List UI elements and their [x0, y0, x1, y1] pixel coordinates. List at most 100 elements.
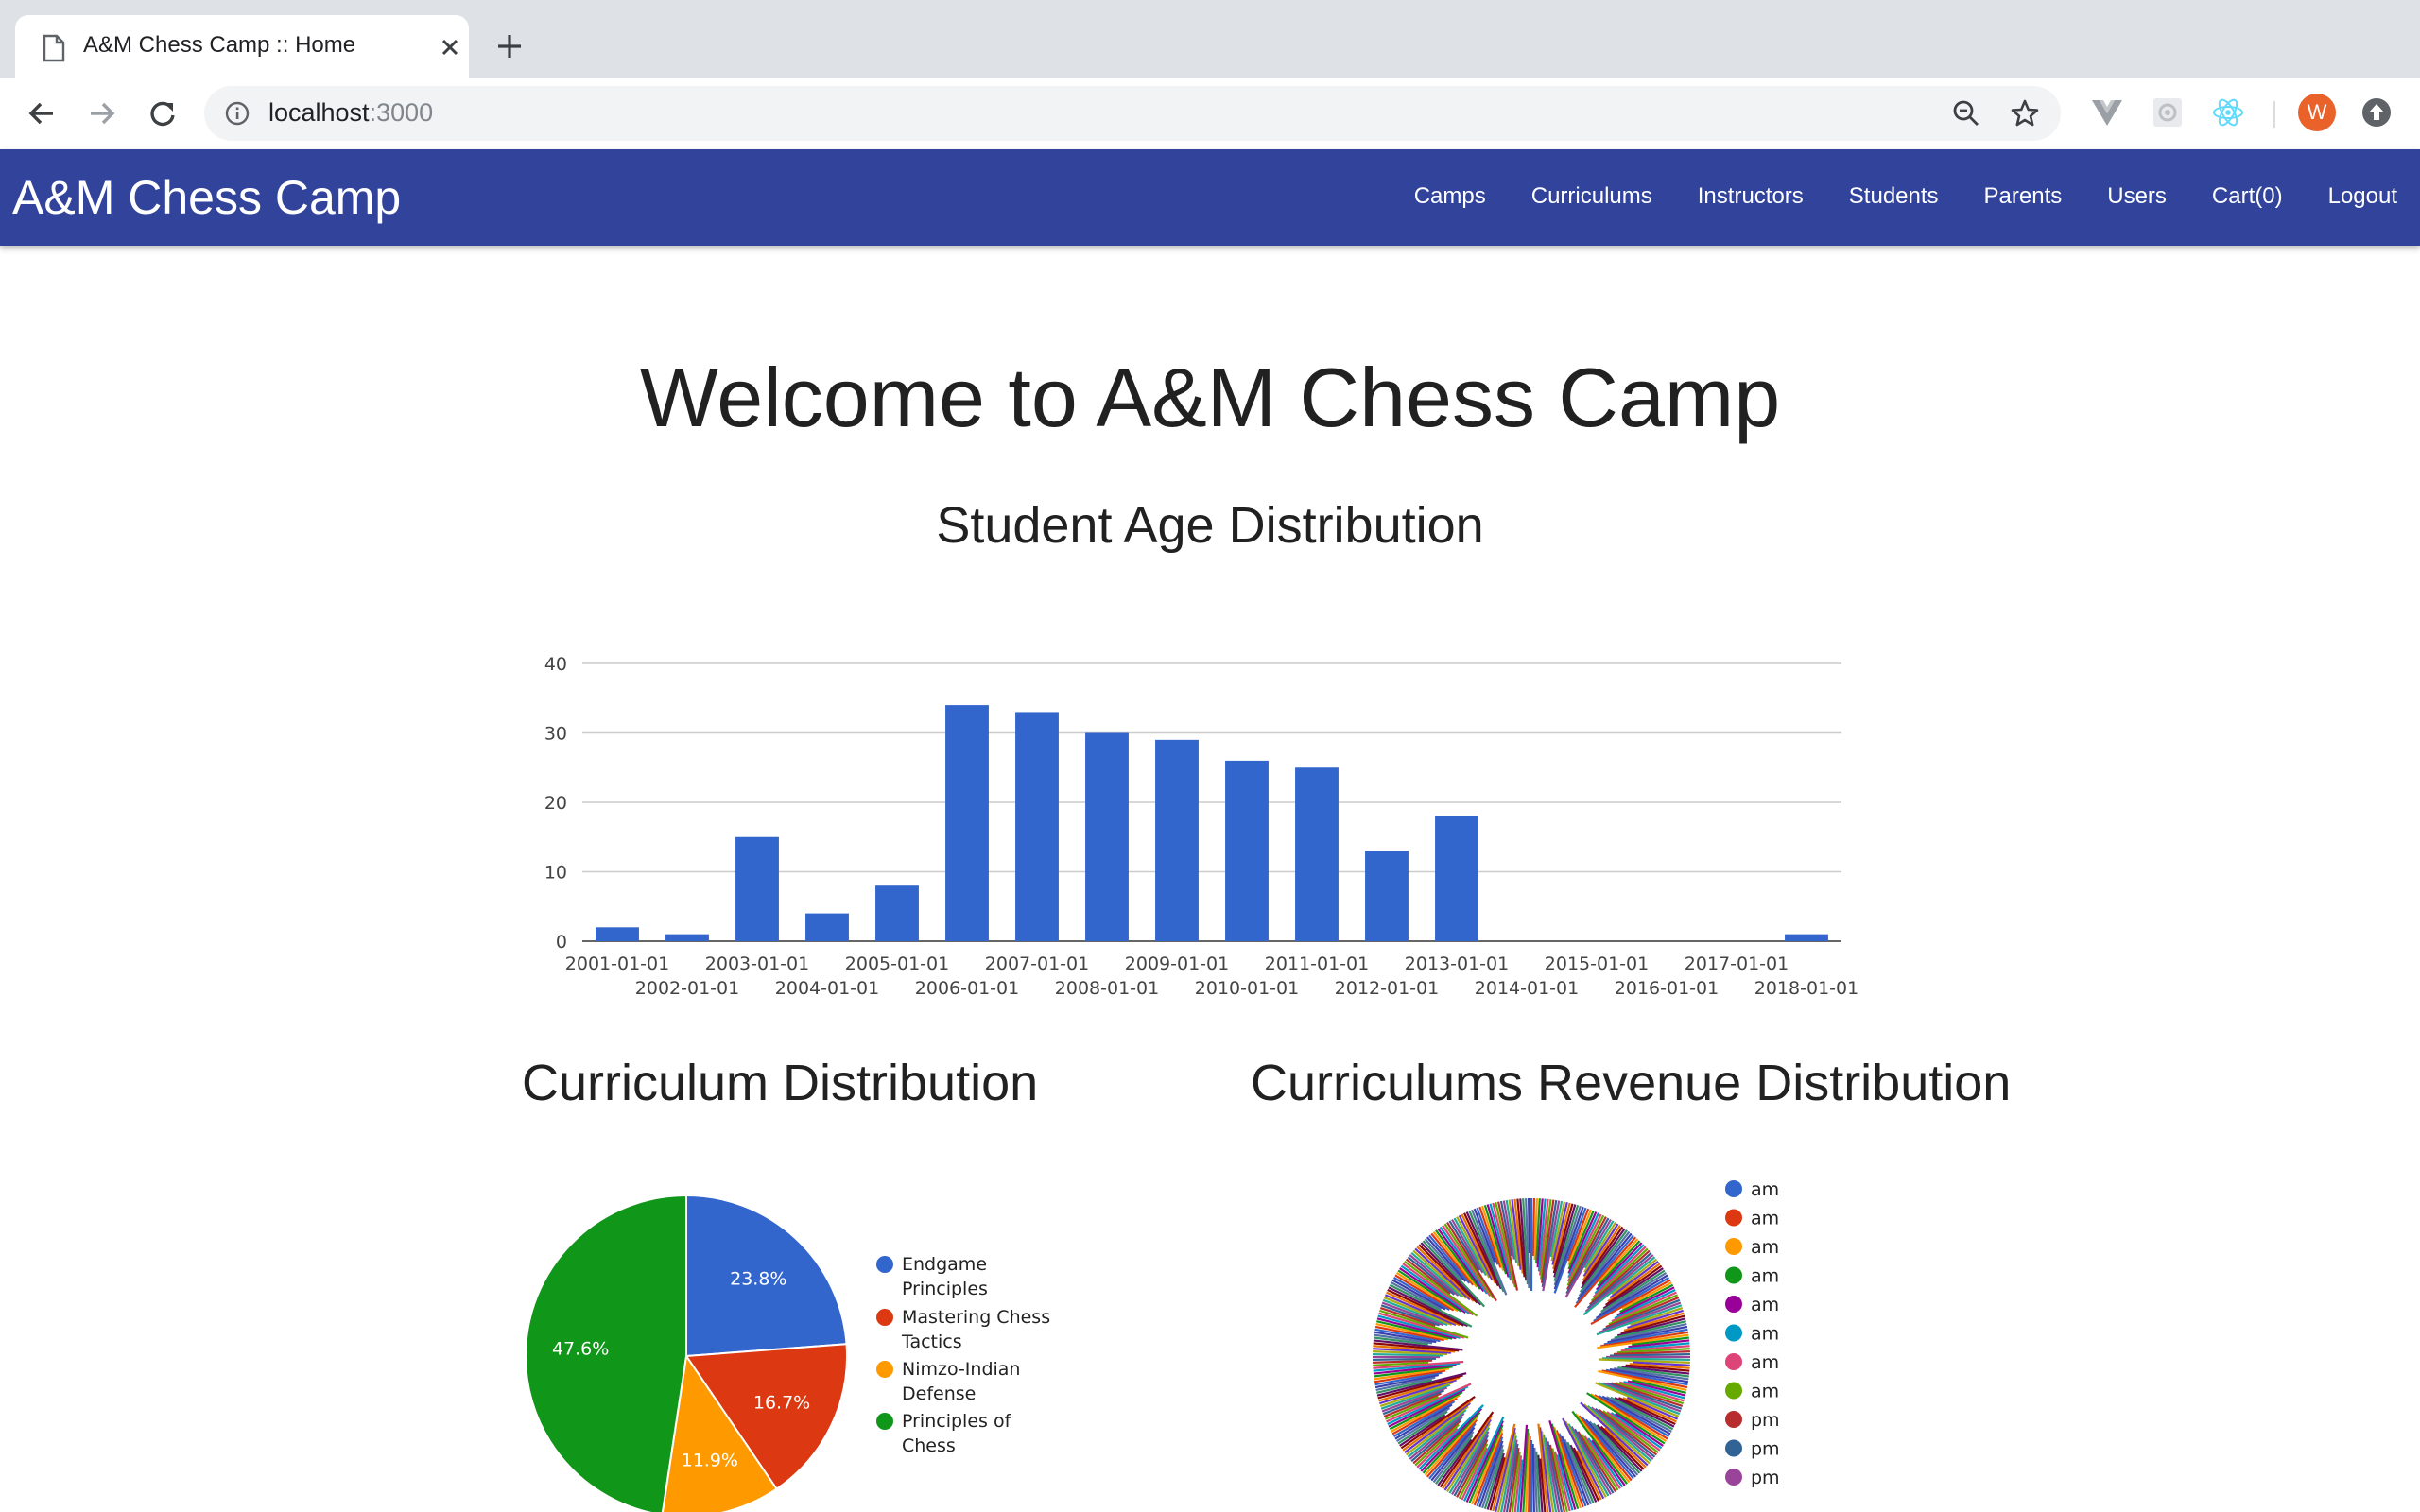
- react-devtools-icon[interactable]: [2211, 95, 2245, 129]
- legend-swatch: [1725, 1324, 1742, 1342]
- revenue-slice: [1527, 1198, 1531, 1254]
- nav-users[interactable]: Users: [2107, 183, 2167, 210]
- legend-swatch: [1725, 1266, 1742, 1284]
- x-tick-label: 2012-01-01: [1335, 978, 1439, 999]
- legend-swatch: [876, 1361, 893, 1378]
- nav-parents[interactable]: Parents: [1984, 183, 2063, 210]
- nav-instructors[interactable]: Instructors: [1698, 183, 1804, 210]
- x-tick-label: 2009-01-01: [1125, 954, 1229, 974]
- legend-label: am: [1751, 1209, 1779, 1229]
- bar-2003-01-01: [735, 836, 779, 941]
- revenue-slice: [1531, 1198, 1536, 1257]
- x-tick-label: 2015-01-01: [1545, 954, 1649, 974]
- legend-label: am: [1751, 1295, 1779, 1315]
- toolbar-separator: [2273, 101, 2275, 128]
- reload-icon[interactable]: [144, 94, 182, 132]
- legend-label: Defense: [902, 1383, 976, 1404]
- profile-avatar[interactable]: W: [2298, 94, 2336, 131]
- brand-link[interactable]: A&M Chess Camp: [12, 170, 401, 225]
- page-icon: [43, 34, 65, 62]
- bar-2002-01-01: [666, 934, 709, 941]
- legend-label: am: [1751, 1324, 1779, 1345]
- legend-swatch: [1725, 1382, 1742, 1400]
- legend-label: am: [1751, 1266, 1779, 1287]
- url-host: localhost: [268, 98, 370, 127]
- y-tick-label: 0: [556, 932, 567, 953]
- zoom-icon[interactable]: [1951, 98, 1981, 129]
- x-tick-label: 2003-01-01: [705, 954, 809, 974]
- page-title: Welcome to A&M Chess Camp: [639, 351, 1781, 444]
- curriculum-pie-chart: 23.8% 16.7% 11.9% 47.6% Endgame Principles Mas…: [525, 1194, 1050, 1512]
- vue-devtools-icon[interactable]: [2090, 95, 2124, 129]
- bar-2010-01-01: [1225, 760, 1269, 941]
- browser-tab[interactable]: A&M Chess Camp :: Home: [15, 15, 469, 78]
- nav-curriculums[interactable]: Curriculums: [1531, 183, 1652, 210]
- x-tick-label: 2005-01-01: [845, 954, 949, 974]
- revenue-slice: [1609, 1352, 1690, 1357]
- browser-toolbar: localhost:3000 W: [0, 78, 2420, 150]
- url-text: localhost:3000: [268, 98, 433, 128]
- x-tick-label: 2006-01-01: [915, 978, 1019, 999]
- info-icon[interactable]: [225, 101, 250, 126]
- x-tick-label: 2016-01-01: [1615, 978, 1719, 999]
- curriculum-chart-title: Curriculum Distribution: [522, 1055, 1039, 1111]
- legend-label: Mastering Chess: [902, 1307, 1050, 1328]
- legend-label: pm: [1751, 1410, 1780, 1431]
- revenue-chart-title: Curriculums Revenue Distribution: [1251, 1055, 2012, 1111]
- pie-slice-label: 16.7%: [753, 1393, 810, 1414]
- pie-slice-label: 23.8%: [730, 1269, 786, 1290]
- legend-label: am: [1751, 1237, 1779, 1258]
- y-tick-label: 30: [544, 724, 567, 745]
- legend-label: Endgame: [902, 1254, 987, 1275]
- x-tick-label: 2004-01-01: [775, 978, 879, 999]
- tab-title: A&M Chess Camp :: Home: [83, 32, 356, 58]
- legend-swatch: [1725, 1439, 1742, 1457]
- bar-2004-01-01: [805, 913, 849, 941]
- forward-icon[interactable]: [83, 94, 121, 132]
- bar-2012-01-01: [1365, 850, 1409, 941]
- bar-2013-01-01: [1435, 816, 1478, 941]
- extension-gear-icon[interactable]: [2151, 95, 2185, 129]
- app-navbar: A&M Chess Camp Camps Curriculums Instruc…: [0, 149, 2420, 246]
- legend-swatch: [1725, 1353, 1742, 1370]
- legend-label: am: [1751, 1179, 1779, 1200]
- bookmark-star-icon[interactable]: [2010, 98, 2040, 129]
- x-tick-label: 2017-01-01: [1685, 954, 1789, 974]
- legend-label: am: [1751, 1352, 1779, 1373]
- back-icon[interactable]: [23, 94, 60, 132]
- nav-camps[interactable]: Camps: [1414, 183, 1486, 210]
- age-chart-title: Student Age Distribution: [936, 497, 1484, 554]
- x-tick-label: 2010-01-01: [1195, 978, 1299, 999]
- legend-label: Principles of: [902, 1411, 1012, 1432]
- legend-label: Tactics: [901, 1332, 962, 1352]
- x-tick-label: 2011-01-01: [1265, 954, 1369, 974]
- browser-tabstrip: A&M Chess Camp :: Home: [0, 0, 2420, 78]
- close-tab-icon[interactable]: [439, 36, 461, 59]
- legend-swatch: [876, 1309, 893, 1326]
- nav-logout[interactable]: Logout: [2328, 183, 2397, 210]
- student-age-bar-chart: 0 10 20 30 40 2001-01-01 2002-01-01 2003-01-01 2…: [544, 654, 1858, 999]
- bar-2001-01-01: [596, 927, 639, 941]
- revenue-slice: [1531, 1443, 1535, 1512]
- x-tick-label: 2018-01-01: [1754, 978, 1858, 999]
- bar-2018-01-01: [1785, 934, 1828, 941]
- legend-swatch: [876, 1256, 893, 1273]
- legend-swatch: [1725, 1180, 1742, 1197]
- nav-students[interactable]: Students: [1849, 183, 1939, 210]
- legend-label: Chess: [902, 1435, 956, 1456]
- update-arrow-icon[interactable]: [2360, 95, 2394, 129]
- new-tab-icon[interactable]: [494, 31, 525, 61]
- legend-swatch: [1725, 1296, 1742, 1313]
- url-port: :3000: [369, 98, 434, 127]
- pie-slice-label: 11.9%: [682, 1450, 738, 1470]
- address-bar[interactable]: localhost:3000: [204, 86, 2061, 141]
- nav-cart[interactable]: Cart(0): [2212, 183, 2283, 210]
- nav-links: Camps Curriculums Instructors Students P…: [1369, 183, 2397, 210]
- bar-2007-01-01: [1015, 712, 1059, 941]
- pie-slice-label: 47.6%: [552, 1339, 609, 1360]
- y-tick-label: 10: [544, 863, 567, 884]
- bar-2006-01-01: [945, 705, 989, 941]
- legend-swatch: [876, 1413, 893, 1430]
- x-tick-label: 2013-01-01: [1405, 954, 1509, 974]
- legend-label: pm: [1751, 1468, 1780, 1488]
